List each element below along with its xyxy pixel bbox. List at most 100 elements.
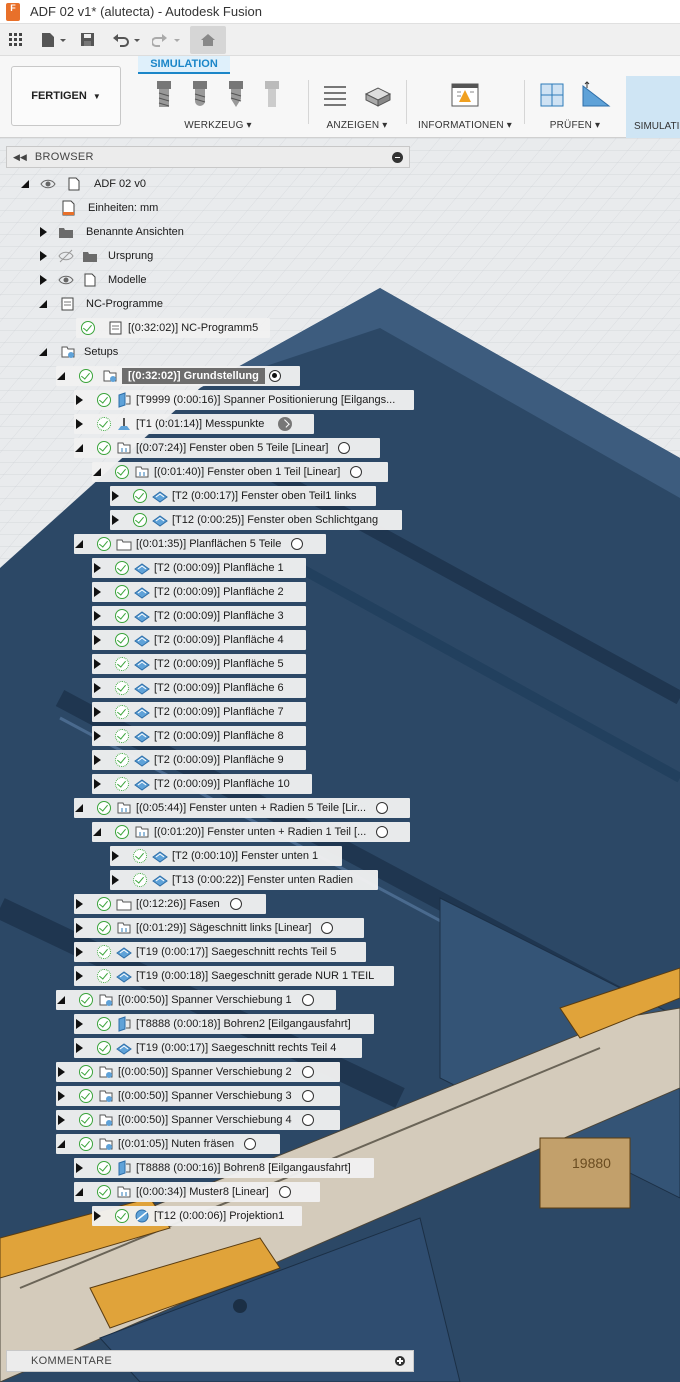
ribbon-group-label[interactable]: PRÜFEN ▾	[530, 120, 620, 131]
collapse-arrow-icon[interactable]	[74, 798, 84, 818]
collapse-arrow-icon[interactable]	[92, 462, 102, 482]
warning-icon[interactable]	[278, 417, 293, 431]
tree-item-operation[interactable]: [T2 (0:00:09)] Planfläche 8	[92, 726, 306, 746]
expand-arrow-icon[interactable]	[92, 558, 102, 578]
tree-item-operation[interactable]: [T8888 (0:00:18)] Bohren2 [Eilgangausfah…	[74, 1014, 374, 1034]
expand-arrow-icon[interactable]	[110, 510, 120, 530]
ball-mill-icon[interactable]	[188, 79, 212, 111]
pattern-radio[interactable]	[376, 802, 389, 814]
collapse-arrow-icon[interactable]	[56, 366, 66, 386]
expand-arrow-icon[interactable]	[74, 1158, 84, 1178]
expand-arrow-icon[interactable]	[92, 1206, 102, 1226]
expand-arrow-icon[interactable]	[110, 486, 120, 506]
expand-arrow-icon[interactable]	[74, 894, 84, 914]
tree-item-operation[interactable]: [T8888 (0:00:16)] Bohren8 [Eilgangausfah…	[74, 1158, 374, 1178]
expand-arrow-icon[interactable]	[38, 246, 48, 266]
measure-icon[interactable]	[537, 80, 567, 110]
expand-arrow-icon[interactable]	[56, 1086, 66, 1106]
collapse-arrow-icon[interactable]	[74, 534, 84, 554]
end-mill-icon[interactable]	[152, 79, 176, 111]
file-menu-icon[interactable]	[40, 32, 70, 48]
expand-arrow-icon[interactable]	[38, 270, 48, 290]
pattern-radio[interactable]	[376, 826, 389, 838]
tree-item-operation[interactable]: [T2 (0:00:09)] Planfläche 1	[92, 558, 306, 578]
comments-panel[interactable]: KOMMENTARE	[6, 1350, 414, 1372]
expand-arrow-icon[interactable]	[92, 678, 102, 698]
tree-item-origin[interactable]: Ursprung	[38, 246, 159, 266]
expand-arrow-icon[interactable]	[38, 222, 48, 242]
expand-arrow-icon[interactable]	[92, 750, 102, 770]
tree-item-operation[interactable]: [T2 (0:00:09)] Planfläche 7	[92, 702, 306, 722]
expand-arrow-icon[interactable]	[56, 1110, 66, 1130]
expand-arrow-icon[interactable]	[74, 966, 84, 986]
tree-item-operation[interactable]: [T2 (0:00:09)] Planfläche 10	[92, 774, 312, 794]
tree-item-operation[interactable]: [T1 (0:01:14)] Messpunkte	[74, 414, 314, 434]
undo-icon[interactable]	[112, 32, 142, 48]
tree-item-operation[interactable]: [T19 (0:00:17)] Saegeschnitt rechts Teil…	[74, 1038, 362, 1058]
pattern-radio[interactable]	[321, 922, 334, 934]
browser-header[interactable]: ◀◀ BROWSER	[6, 146, 410, 168]
tool-library-icon[interactable]	[260, 79, 284, 111]
expand-arrow-icon[interactable]	[74, 918, 84, 938]
ribbon-group-label[interactable]: ANZEIGEN ▾	[314, 120, 400, 131]
chamfer-mill-icon[interactable]	[224, 79, 248, 111]
collapse-arrow-icon[interactable]	[38, 294, 48, 314]
info-warning-icon[interactable]	[449, 81, 481, 109]
tree-item-models[interactable]: Modelle	[38, 270, 153, 290]
workspace-switcher[interactable]: FERTIGEN ▼	[11, 66, 121, 126]
minimize-icon[interactable]	[392, 152, 403, 163]
expand-arrow-icon[interactable]	[92, 630, 102, 650]
home-button[interactable]	[190, 25, 226, 54]
collapse-arrow-icon[interactable]	[74, 438, 84, 458]
tree-item-operation[interactable]: [T12 (0:00:25)] Fenster oben Schlichtgan…	[110, 510, 402, 530]
tree-item-operation[interactable]: [T19 (0:00:18)] Saegeschnitt gerade NUR …	[74, 966, 394, 986]
tree-item-operation[interactable]: [T2 (0:00:10)] Fenster unten 1	[110, 846, 342, 866]
app-grid-icon[interactable]	[8, 32, 24, 48]
setup-radio[interactable]	[301, 1114, 314, 1126]
expand-arrow-icon[interactable]	[92, 582, 102, 602]
pattern-radio[interactable]	[278, 1186, 291, 1198]
expand-arrow-icon[interactable]	[56, 1062, 66, 1082]
tree-item-operation[interactable]: [T2 (0:00:09)] Planfläche 4	[92, 630, 306, 650]
tree-item-setup[interactable]: [(0:00:50)] Spanner Verschiebung 4	[56, 1110, 340, 1130]
expand-arrow-icon[interactable]	[74, 390, 84, 410]
tree-item-operation[interactable]: [T2 (0:00:09)] Planfläche 9	[92, 750, 306, 770]
tree-item-pattern[interactable]: [(0:07:24)] Fenster oben 5 Teile [Linear…	[74, 438, 380, 458]
tree-item-setup-grundstellung[interactable]: [(0:32:02)] Grundstellung	[56, 366, 300, 386]
eye-icon[interactable]	[40, 176, 56, 192]
setup-radio[interactable]	[301, 1090, 314, 1102]
tree-item-pattern[interactable]: [(0:05:44)] Fenster unten + Radien 5 Tei…	[74, 798, 410, 818]
expand-arrow-icon[interactable]	[92, 774, 102, 794]
pattern-radio[interactable]	[350, 466, 363, 478]
tree-item-units[interactable]: Einheiten: mm	[60, 198, 164, 218]
expand-arrow-icon[interactable]	[74, 1014, 84, 1034]
setup-radio[interactable]	[244, 1138, 257, 1150]
collapse-arrow-icon[interactable]	[56, 1134, 66, 1154]
expand-arrow-icon[interactable]	[92, 654, 102, 674]
expand-arrow-icon[interactable]	[92, 726, 102, 746]
collapse-arrow-icon[interactable]	[38, 342, 48, 362]
expand-arrow-icon[interactable]	[74, 942, 84, 962]
tree-item-operation[interactable]: [T2 (0:00:09)] Planfläche 5	[92, 654, 306, 674]
pattern-radio[interactable]	[338, 442, 351, 454]
tree-item-pattern[interactable]: [(0:01:40)] Fenster oben 1 Teil [Linear]	[92, 462, 388, 482]
ribbon-group-label[interactable]: INFORMATIONEN ▾	[412, 120, 518, 131]
tree-item-operation[interactable]: [T13 (0:00:22)] Fenster unten Radien	[110, 870, 378, 890]
expand-arrow-icon[interactable]	[110, 870, 120, 890]
tree-item-operation[interactable]: [T2 (0:00:09)] Planfläche 6	[92, 678, 306, 698]
tree-item-pattern[interactable]: [(0:01:20)] Fenster unten + Radien 1 Tei…	[92, 822, 410, 842]
collapse-panel-icon[interactable]: ◀◀	[13, 152, 27, 163]
section-analysis-icon[interactable]	[579, 80, 613, 110]
setup-radio[interactable]	[301, 1066, 314, 1078]
tree-item-setup[interactable]: [(0:01:05)] Nuten fräsen	[56, 1134, 280, 1154]
eye-icon[interactable]	[58, 272, 74, 288]
tree-item-setup[interactable]: [(0:00:50)] Spanner Verschiebung 3	[56, 1086, 340, 1106]
expand-arrow-icon[interactable]	[92, 702, 102, 722]
tree-item-operation[interactable]: [T2 (0:00:17)] Fenster oben Teil1 links	[110, 486, 376, 506]
tree-item-named-views[interactable]: Benannte Ansichten	[38, 222, 190, 242]
collapse-arrow-icon[interactable]	[74, 1182, 84, 1202]
tree-item-setup[interactable]: [(0:00:50)] Spanner Verschiebung 2	[56, 1062, 340, 1082]
collapse-arrow-icon[interactable]	[56, 990, 66, 1010]
setup-radio[interactable]	[301, 994, 314, 1006]
simulate-button[interactable]: SIMULATI	[626, 76, 680, 138]
